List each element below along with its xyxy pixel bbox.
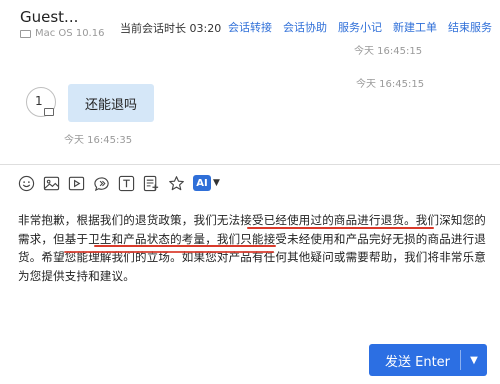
visitor-avatar[interactable]: 1 [26, 87, 56, 117]
end-service-link[interactable]: 结束服务 [448, 19, 492, 35]
video-icon[interactable] [68, 175, 85, 192]
guest-device-label: Mac OS 10.16 [35, 28, 105, 39]
image-icon[interactable] [43, 175, 60, 192]
header-actions: 会话转接 会话协助 服务小记 新建工单 结束服务 [228, 19, 492, 35]
monitor-icon [20, 29, 31, 38]
message-timestamp: 今天 16:45:35 [64, 135, 133, 146]
quick-reply-icon[interactable] [93, 175, 110, 192]
chevron-down-icon[interactable]: ▼ [213, 178, 220, 188]
chat-header: Guest... Mac OS 10.16 当前会话时长 03:20 会话转接 … [0, 0, 500, 46]
smile-icon[interactable] [18, 175, 35, 192]
send-button-label: 发送 Enter [385, 354, 451, 370]
session-duration: 当前会话时长 03:20 [120, 22, 222, 35]
text-template-icon[interactable] [118, 175, 135, 192]
assist-session-link[interactable]: 会话协助 [283, 19, 327, 35]
underline-annotation [64, 251, 274, 253]
message-bubble: 还能退吗 [68, 84, 154, 122]
monitor-icon [44, 108, 54, 116]
chevron-down-icon[interactable]: ▼ [461, 355, 487, 366]
editor-toolbar: AI ▼ [18, 172, 220, 194]
form-icon[interactable] [143, 175, 160, 192]
underline-annotation [94, 245, 276, 247]
timestamp: 今天 16:45:15 [354, 46, 423, 57]
star-icon[interactable] [168, 175, 185, 192]
timestamp: 今天 16:45:15 [356, 79, 425, 90]
avatar-number: 1 [35, 94, 43, 108]
transfer-session-link[interactable]: 会话转接 [228, 19, 272, 35]
send-button[interactable]: 发送 Enter ▼ [369, 344, 487, 376]
underline-annotation [247, 227, 434, 229]
ai-icon[interactable]: AI [193, 175, 211, 191]
message-editor[interactable]: 非常抱歉，根据我们的退货政策，我们无法接受已经使用过的商品进行退货。我们深知您的… [18, 211, 488, 285]
guest-device: Mac OS 10.16 [20, 28, 104, 39]
guest-name: Guest... [20, 8, 79, 26]
service-note-link[interactable]: 服务小记 [338, 19, 382, 35]
new-ticket-link[interactable]: 新建工单 [393, 19, 437, 35]
divider [0, 164, 500, 165]
